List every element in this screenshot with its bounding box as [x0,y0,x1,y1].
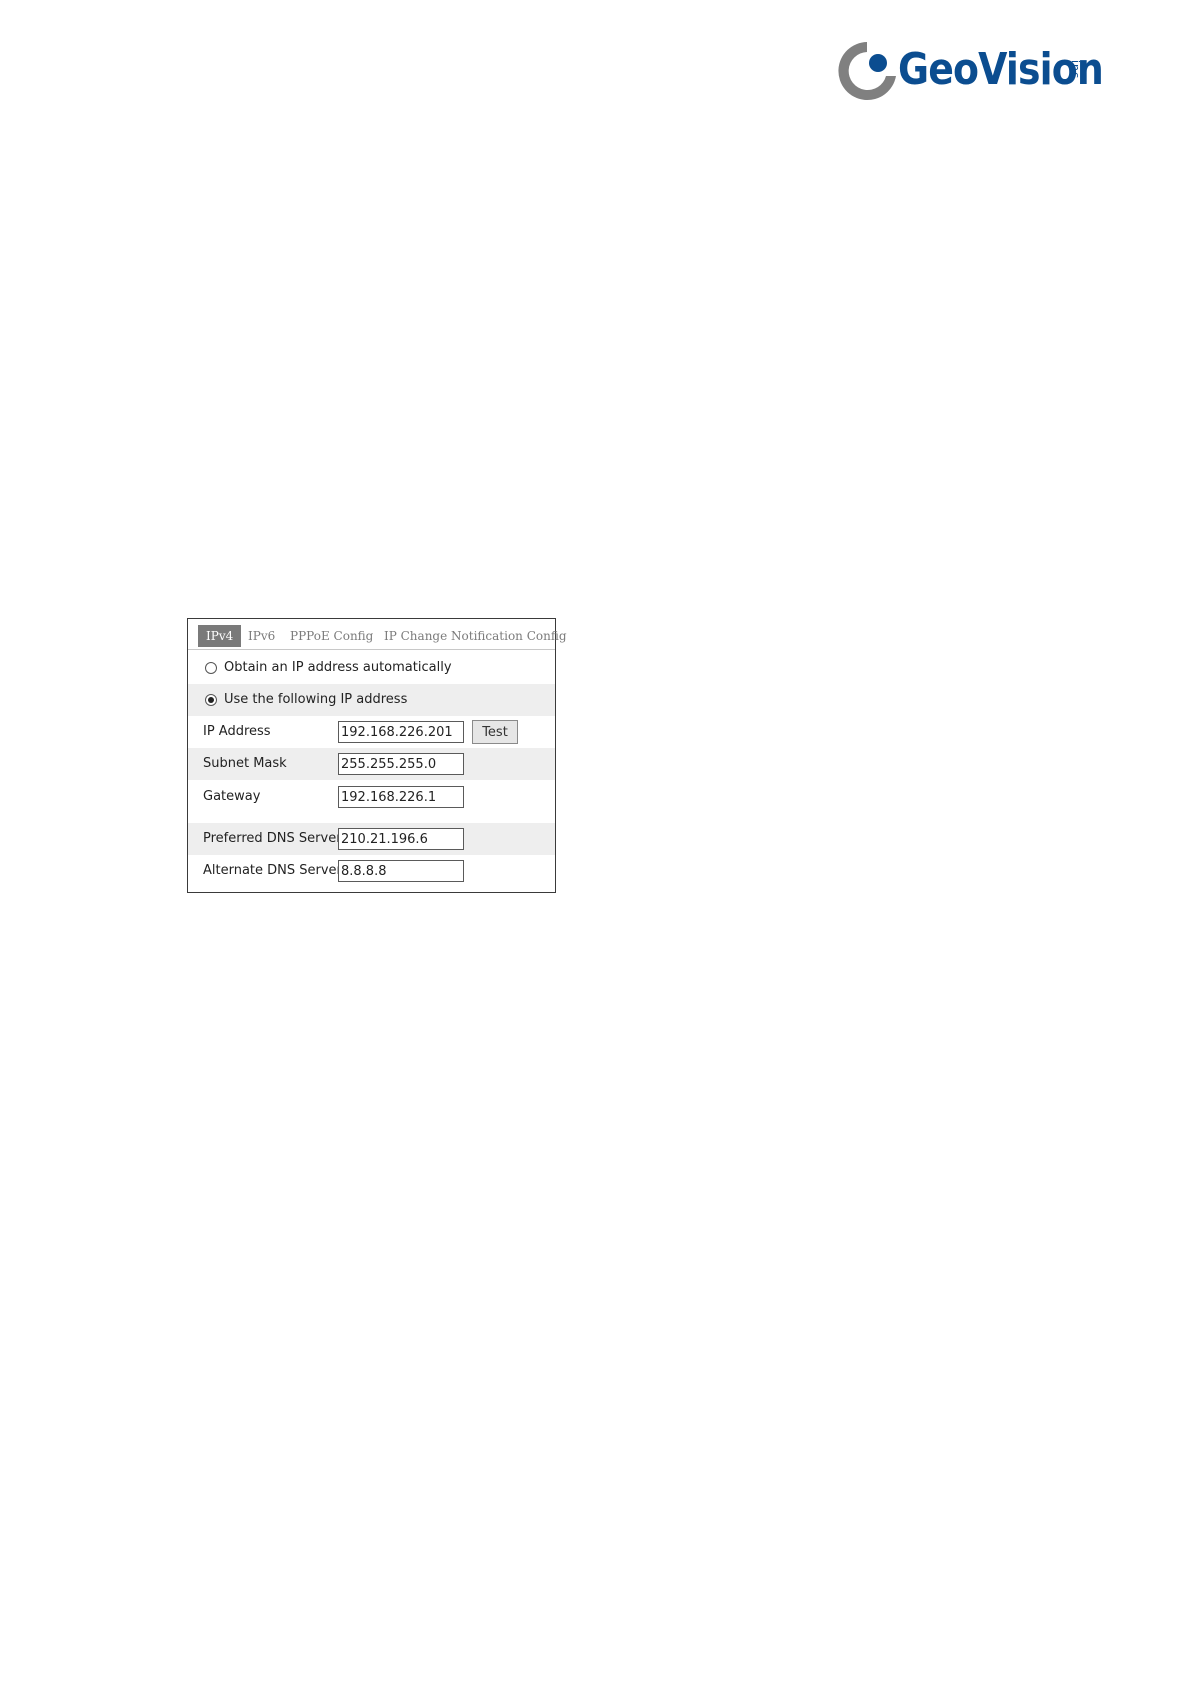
radio-label-use-following-ip[interactable]: Use the following IP address [224,684,407,716]
subnet-mask-input[interactable] [338,753,464,775]
tab-bar: IPv4 IPv6 PPPoE Config IP Change Notific… [188,619,567,650]
tab-pppoe-config[interactable]: PPPoE Config [290,625,373,647]
gateway-input[interactable] [338,786,464,808]
ip-address-input[interactable] [338,721,464,743]
subnet-mask-label: Subnet Mask [203,756,287,771]
alternate-dns-input[interactable] [338,860,464,882]
alternate-dns-label: Alternate DNS Server [203,863,342,878]
ip-address-label: IP Address [203,724,271,739]
field-row-ip-address: IP Address Test [188,716,555,748]
preferred-dns-input[interactable] [338,828,464,850]
geovision-logo-mark-icon [838,42,896,100]
test-button[interactable]: Test [472,720,518,744]
radio-use-following-ip[interactable] [205,694,217,706]
logo-inc-suffix: inc [1069,60,1082,80]
tab-ip-change-notification-config[interactable]: IP Change Notification Config [384,625,567,647]
geovision-logo: GeoVision inc [834,36,1104,108]
field-row-subnet-mask: Subnet Mask [188,748,555,780]
preferred-dns-label: Preferred DNS Server [203,831,342,846]
tab-ipv6[interactable]: IPv6 [248,625,275,647]
field-row-gateway: Gateway [188,781,555,813]
field-row-preferred-dns: Preferred DNS Server [188,823,555,855]
radio-obtain-automatically[interactable] [205,662,217,674]
radio-row-use-following[interactable]: Use the following IP address [188,684,555,716]
radio-label-obtain-automatically[interactable]: Obtain an IP address automatically [224,652,452,684]
network-settings-panel: IPv4 IPv6 PPPoE Config IP Change Notific… [187,618,567,893]
radio-row-obtain-automatically[interactable]: Obtain an IP address automatically [188,652,555,684]
tab-ipv4[interactable]: IPv4 [198,625,242,647]
field-row-alternate-dns: Alternate DNS Server [188,855,555,887]
gateway-label: Gateway [203,789,261,804]
